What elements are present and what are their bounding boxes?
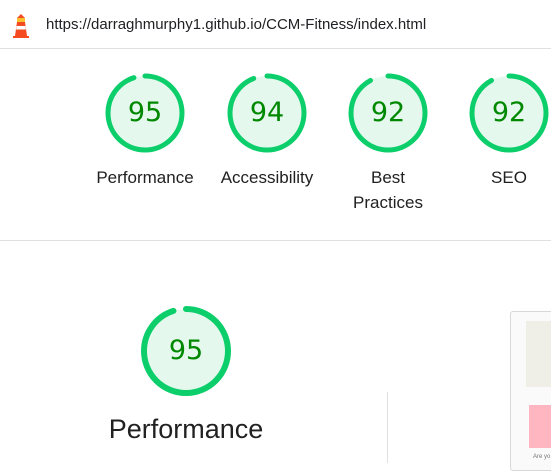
gauge-label-best-practices: Best Practices — [353, 168, 423, 212]
gauge-score: 92 — [370, 97, 406, 128]
gauge-accessibility[interactable]: 94 — [227, 73, 307, 153]
gauge-score: 92 — [491, 97, 527, 128]
gauge-performance-large: 95 — [141, 306, 231, 396]
page-url[interactable]: https://darraghmurphy1.github.io/CCM-Fit… — [46, 16, 426, 33]
thumbnail-hero-block — [526, 321, 551, 387]
gauge-score: 95 — [127, 97, 163, 128]
gauge-score: 95 — [168, 335, 204, 366]
vertical-divider — [387, 392, 388, 463]
page-screenshot-thumbnail[interactable]: Are yo — [510, 311, 551, 471]
lighthouse-icon — [13, 14, 29, 38]
report-header: https://darraghmurphy1.github.io/CCM-Fit… — [0, 0, 551, 49]
thumbnail-pink-block — [529, 405, 551, 448]
gauge-score: 94 — [249, 97, 285, 128]
gauge-seo[interactable]: 92 — [469, 73, 549, 153]
thumbnail-caption: Are yo — [533, 454, 551, 460]
category-title: Performance — [108, 414, 264, 444]
gauge-performance[interactable]: 95 — [105, 73, 185, 153]
gauge-label-performance: Performance — [96, 168, 194, 187]
section-divider — [0, 240, 551, 241]
gauge-best-practices[interactable]: 92 — [348, 73, 428, 153]
gauge-label-accessibility: Accessibility — [220, 168, 314, 187]
gauge-label-seo: SEO — [491, 168, 527, 187]
